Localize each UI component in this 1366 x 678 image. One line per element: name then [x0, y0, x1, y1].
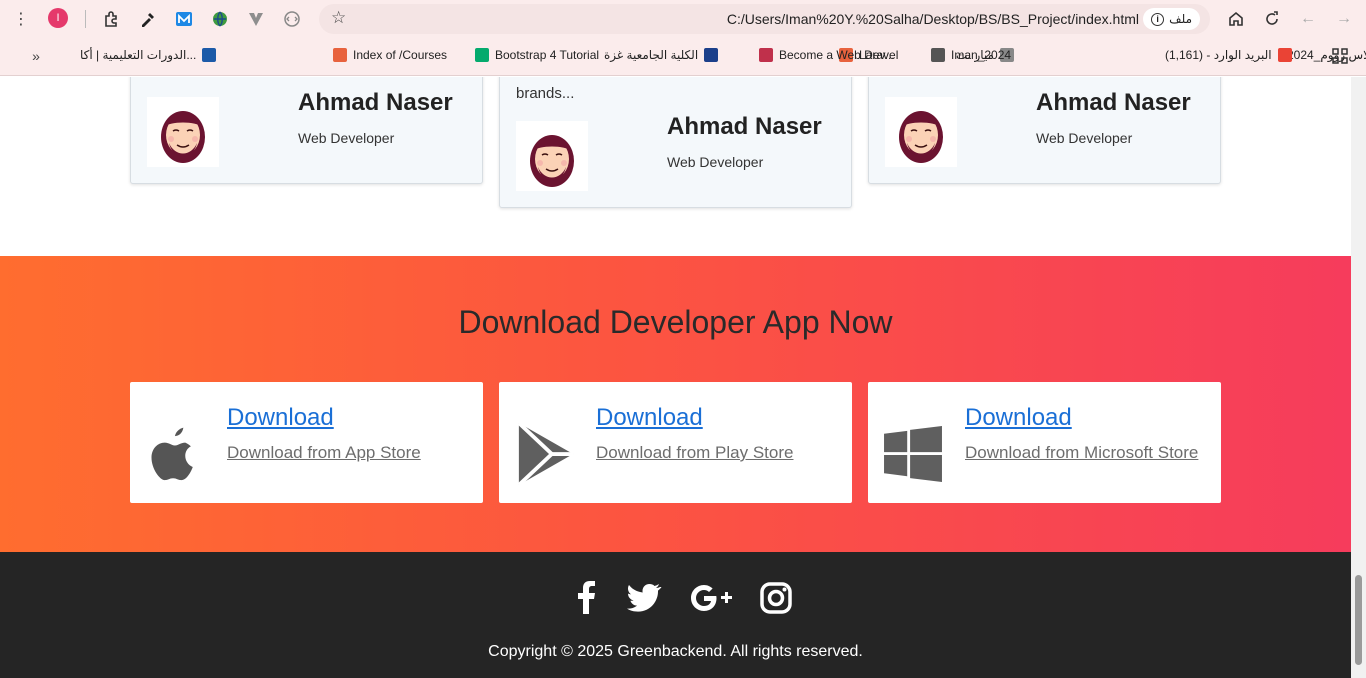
bookmark-label: Index of /Courses: [353, 48, 448, 62]
testimonial-role: Web Developer: [298, 130, 395, 146]
download-link[interactable]: Download: [965, 404, 1072, 432]
instagram-icon[interactable]: [758, 580, 794, 616]
extension-m-icon[interactable]: [172, 7, 196, 31]
bookmark-favicon-icon: [333, 48, 347, 62]
forward-arrow-icon[interactable]: →: [1332, 7, 1356, 31]
bookmark-item[interactable]: Iman_2024: [931, 48, 1011, 62]
extensions-icon[interactable]: [100, 7, 124, 31]
download-store-link[interactable]: Download from Microsoft Store: [965, 443, 1198, 463]
extension-v-icon[interactable]: [244, 7, 268, 31]
testimonial-card: Ahmad Naser Web Developer: [130, 77, 483, 184]
more-bookmarks-chevron-icon[interactable]: »: [24, 44, 48, 68]
bookmark-label: Iman_2024: [951, 48, 1012, 62]
info-icon: i: [1151, 12, 1165, 26]
testimonial-quote: brands...: [516, 85, 575, 102]
bookmark-star-icon[interactable]: ☆: [331, 8, 346, 28]
menu-icon[interactable]: ⋮: [9, 7, 33, 31]
apps-grid-icon[interactable]: [1328, 44, 1352, 68]
download-store-link[interactable]: Download from Play Store: [596, 443, 793, 463]
download-card-play-store: Download Download from Play Store: [499, 382, 852, 503]
site-footer: Copyright © 2025 Greenbackend. All right…: [0, 552, 1351, 678]
download-title: Download Developer App Now: [458, 304, 893, 340]
bookmark-item[interactable]: الدورات التعليمية | أكا...: [80, 48, 217, 62]
bookmark-label: البريد الوارد - (1,161): [1165, 48, 1272, 62]
bookmark-item[interactable]: الكلية الجامعية غزة: [604, 48, 719, 62]
scrollbar-thumb[interactable]: [1355, 575, 1362, 665]
bookmark-label: Bootstrap 4 Tutorial: [495, 48, 600, 62]
facebook-icon[interactable]: [569, 580, 605, 616]
site-info-chip[interactable]: i ملف: [1143, 8, 1200, 30]
windows-icon: [884, 426, 948, 490]
bookmark-favicon-icon: [202, 48, 217, 62]
google-plus-icon[interactable]: [690, 580, 734, 616]
bookmark-label: الدورات التعليمية | أكا...: [80, 48, 197, 62]
bookmark-favicon-icon: [931, 48, 945, 62]
download-section: Download Developer App Now Download Down…: [0, 256, 1351, 552]
reload-icon[interactable]: [1260, 7, 1284, 31]
testimonial-card: brands... Ahmad Naser Web Developer: [499, 77, 852, 208]
copyright-text: Copyright © 2025 Greenbackend. All right…: [488, 643, 863, 660]
bookmark-favicon-icon: [475, 48, 489, 62]
profile-avatar[interactable]: I: [48, 8, 68, 28]
testimonial-role: Web Developer: [667, 154, 764, 170]
download-card-app-store: Download Download from App Store: [130, 382, 483, 503]
apple-icon: [144, 422, 208, 486]
bookmark-item[interactable]: كلاس رووم_2024: [1287, 48, 1366, 62]
bookmark-label: كلاس رووم_2024: [1287, 48, 1366, 62]
file-chip-label: ملف: [1169, 12, 1192, 26]
back-arrow-icon[interactable]: ←: [1296, 7, 1320, 31]
toolbar-divider: [85, 10, 86, 28]
testimonial-role: Web Developer: [1036, 130, 1133, 146]
bookmark-item[interactable]: البريد الوارد - (1,161): [1165, 48, 1292, 62]
download-store-link[interactable]: Download from App Store: [227, 443, 421, 463]
testimonial-name: Ahmad Naser: [1036, 89, 1191, 116]
bookmark-favicon-icon: [759, 48, 773, 62]
bookmark-item[interactable]: Become a Web Dev...: [759, 48, 895, 62]
bookmark-favicon-icon: [1277, 48, 1292, 62]
address-url[interactable]: C:/Users/Iman%20Y.%20Salha/Desktop/BS/BS…: [727, 11, 1139, 27]
download-card-microsoft-store: Download Download from Microsoft Store: [868, 382, 1221, 503]
extension-circle-icon[interactable]: [280, 7, 304, 31]
bookmarks-bar: » كلاس رووم_2024البريد الوارد - (1,161)م…: [0, 38, 1366, 76]
bookmark-item[interactable]: Index of /Courses: [333, 48, 447, 62]
eyedropper-icon[interactable]: [136, 7, 160, 31]
address-bar[interactable]: ☆ C:/Users/Iman%20Y.%20Salha/Desktop/BS/…: [319, 4, 1210, 34]
home-icon[interactable]: [1224, 7, 1248, 31]
avatar-face-icon: [885, 97, 957, 167]
download-link[interactable]: Download: [227, 404, 334, 432]
bookmark-label: Become a Web Dev...: [779, 48, 895, 62]
testimonial-card: Ahmad Naser Web Developer: [868, 77, 1221, 184]
bookmark-favicon-icon: [704, 48, 719, 62]
page-scrollbar[interactable]: [1351, 77, 1366, 678]
bookmark-label: الكلية الجامعية غزة: [604, 48, 699, 62]
browser-toolbar: ⋮ I ☆ C:/Users/Iman%20Y.%20Salha/Desktop…: [0, 0, 1366, 38]
download-link[interactable]: Download: [596, 404, 703, 432]
avatar-face-icon: [516, 121, 588, 191]
page-viewport: Ahmad Naser Web Developer brands... Ahma…: [0, 77, 1351, 678]
profile-initial: I: [56, 12, 60, 24]
play-store-icon: [515, 420, 579, 487]
bookmark-item[interactable]: Bootstrap 4 Tutorial: [475, 48, 599, 62]
testimonial-name: Ahmad Naser: [298, 89, 453, 116]
testimonial-name: Ahmad Naser: [667, 113, 822, 140]
twitter-icon[interactable]: [626, 580, 662, 616]
extension-globe-icon[interactable]: [208, 7, 232, 31]
avatar-face-icon: [147, 97, 219, 167]
